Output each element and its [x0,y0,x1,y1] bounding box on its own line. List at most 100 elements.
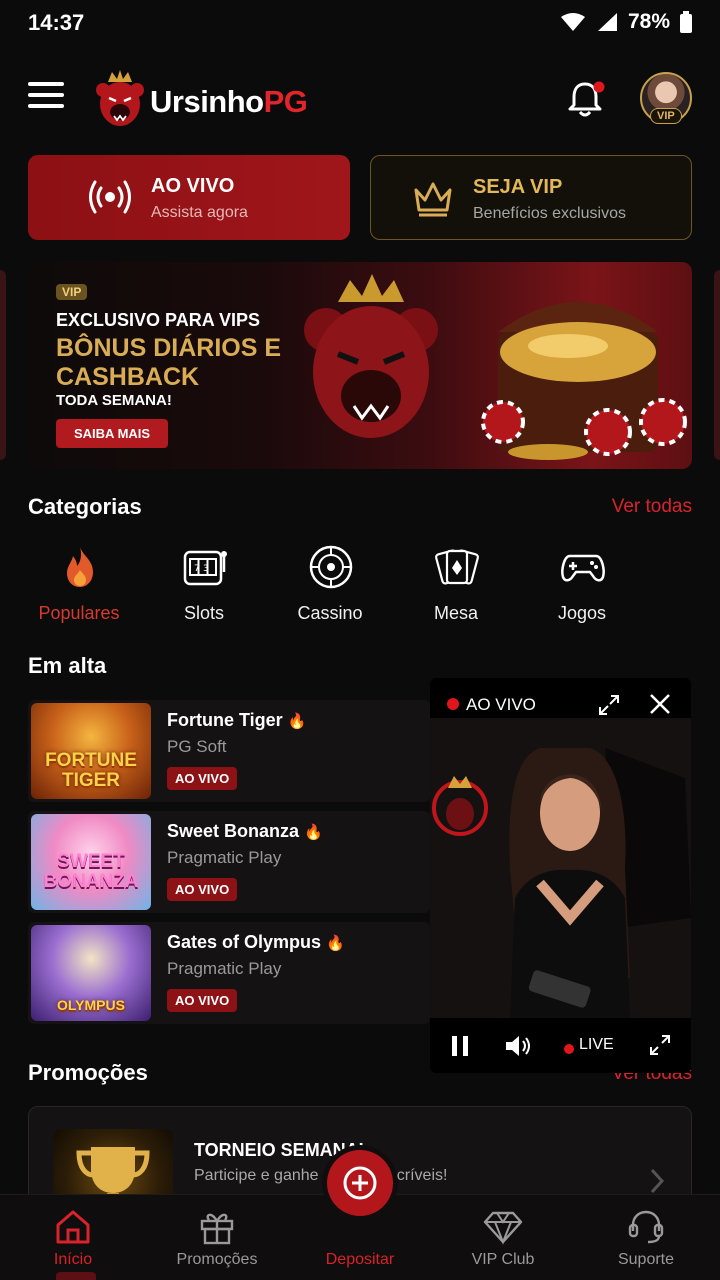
vip-card-subtitle: Benefícios exclusivos [473,205,626,222]
headset-icon [628,1210,664,1244]
categories-see-all-link[interactable]: Ver todas [612,496,692,518]
player-top-bar: AO VIVO [430,678,691,728]
hot-fire-icon: 🔥 [326,935,345,952]
game-row[interactable]: FORTUNE TIGER Fortune Tiger 🔥 PG Soft AO… [28,700,430,802]
live-video-stream[interactable] [430,718,691,1018]
hot-fire-icon: 🔥 [304,824,323,841]
live-badge: AO VIVO [167,767,238,790]
category-casino[interactable]: Cassino [270,540,390,630]
category-games[interactable]: Jogos [522,540,642,630]
chevron-right-icon [650,1168,665,1194]
category-popular[interactable]: Populares [19,540,139,630]
active-tab-indicator [56,1272,96,1280]
banner-line-1: EXCLUSIVO PARA VIPS [56,310,261,330]
streamer-video-frame [430,718,691,1018]
category-label: Mesa [433,603,478,623]
live-badge: AO VIVO [167,878,238,901]
nav-promotions[interactable]: Promoções [145,1195,289,1280]
game-provider: PG Soft [167,737,227,756]
category-table[interactable]: Mesa [396,540,516,630]
bear-logo-icon [96,70,144,126]
battery-icon [680,11,692,33]
gamepad-icon [561,554,605,582]
live-indicator-dot [447,698,459,710]
fire-icon [67,547,93,587]
nav-label: Promoções [176,1251,258,1268]
live-badge: AO VIVO [167,989,238,1012]
game-name: Gates of Olympus 🔥 [167,932,345,952]
carousel-prev-peek[interactable] [0,270,6,460]
app-header: UrsinhoPG VIP [0,60,720,140]
battery-percent: 78% [627,10,670,33]
category-label: Slots [183,603,225,623]
banner-line-3: TODA SEMANA! [56,392,172,409]
banner-vip-tag: VIP [56,284,88,300]
game-thumbnail: SWEET BONANZA [31,814,151,910]
nav-label: Suporte [617,1251,675,1268]
promo-card-subtitle: Participe e ganhe prêmios incríveis! [194,1167,448,1184]
categories-title: Categorias [28,494,142,519]
close-icon[interactable] [649,693,671,715]
broadcast-icon [89,180,131,214]
category-label: Populares [38,603,120,623]
svg-text:3: 3 [203,564,209,574]
game-row[interactable]: SWEET BONANZA Sweet Bonanza 🔥 Pragmatic … [28,811,430,913]
nav-home[interactable]: Início [1,1195,145,1280]
plus-circle-icon [343,1166,377,1200]
category-label: Jogos [557,603,607,623]
bear-treasure-illustration [304,274,687,460]
game-provider: Pragmatic Play [167,848,282,867]
deposit-button[interactable] [327,1150,393,1216]
live-video-player[interactable]: AO VIVO LIVE [430,678,691,1073]
user-avatar[interactable]: VIP [640,72,694,126]
diamond-icon [483,1211,523,1245]
hamburger-menu-icon[interactable] [28,82,64,112]
gift-icon [200,1213,234,1245]
game-provider: Pragmatic Play [167,959,282,978]
nav-support[interactable]: Suporte [574,1195,718,1280]
nav-label: Depositar [325,1251,395,1268]
trending-title: Em alta [28,653,107,678]
nav-label: VIP Club [471,1251,535,1268]
status-icons: 78% [560,10,692,34]
player-live-label: AO VIVO [466,695,536,714]
game-thumbnail: OLYMPUS [31,925,151,1021]
fullscreen-icon[interactable] [649,1034,671,1056]
crown-icon [414,182,452,217]
live-card[interactable]: AO VIVO Assista agora [28,155,350,240]
roulette-icon [309,545,353,589]
live-card-subtitle: Assista agora [151,204,248,221]
wifi-icon [560,13,585,31]
game-row[interactable]: OLYMPUS Gates of Olympus 🔥 Pragmatic Pla… [28,922,430,1024]
expand-icon[interactable] [598,694,620,716]
live-status-label: LIVE [579,1036,614,1053]
promotions-title: Promoções [28,1060,148,1085]
vip-card-title: SEJA VIP [473,176,563,198]
game-thumbnail: FORTUNE TIGER [31,703,151,799]
game-name: Fortune Tiger 🔥 [167,710,307,730]
banner-cta-button[interactable]: SAIBA MAIS [56,419,169,448]
svg-text:7: 7 [194,564,200,574]
home-icon [56,1210,90,1244]
carousel-next-peek[interactable] [714,270,720,460]
category-slots[interactable]: 7 3 Slots [144,540,264,630]
nav-label: Início [53,1251,93,1268]
notification-bell-icon[interactable] [564,78,606,120]
vip-card[interactable]: SEJA VIP Benefícios exclusivos [370,155,692,240]
volume-icon[interactable] [504,1034,532,1058]
player-controls: LIVE [430,1018,691,1073]
promo-banner[interactable]: VIP EXCLUSIVO PARA VIPS BÔNUS DIÁRIOS E … [28,262,692,469]
signal-icon [597,13,617,31]
status-time: 14:37 [28,10,85,35]
nav-vip-club[interactable]: VIP Club [431,1195,575,1280]
live-card-title: AO VIVO [151,175,235,197]
pause-icon[interactable] [449,1035,471,1057]
banner-headline: BÔNUS DIÁRIOS E CASHBACK [56,334,282,391]
hot-fire-icon: 🔥 [287,713,307,730]
vip-badge: VIP [650,108,682,124]
slot-machine-icon: 7 3 [183,550,227,586]
brand-name: UrsinhoPG [150,84,308,119]
live-status-dot [564,1044,574,1054]
status-bar: 14:37 78% [0,0,720,46]
category-label: Cassino [297,603,363,623]
